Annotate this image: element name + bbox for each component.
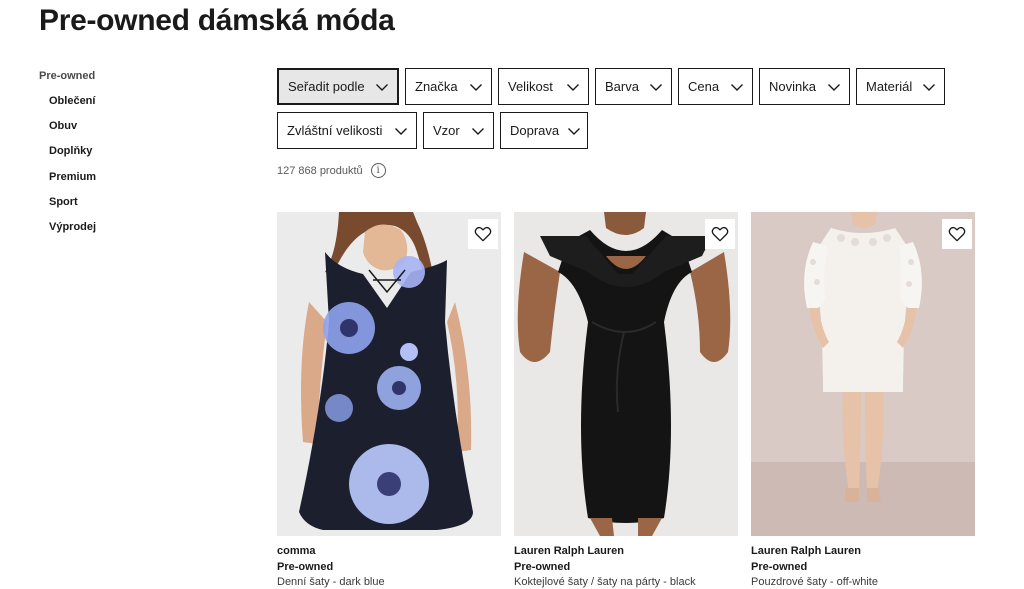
category-sidebar: Pre-owned Oblečení Obuv Doplňky Premium …	[39, 70, 199, 246]
sidebar-root-link[interactable]: Pre-owned	[39, 70, 199, 82]
shipping-filter[interactable]: Doprava	[500, 112, 588, 149]
new-filter-label: Novinka	[769, 79, 816, 94]
product-badge: Pre-owned	[277, 560, 334, 573]
product-meta: Lauren Ralph Lauren Pre-owned Pouzdrové …	[751, 536, 975, 589]
wishlist-button[interactable]	[468, 219, 498, 249]
filter-row-1: Seřadit podle Značka Velikost Barva Cena…	[277, 68, 977, 105]
product-photo	[514, 212, 738, 536]
chevron-down-icon	[923, 83, 935, 91]
chevron-down-icon	[376, 83, 388, 91]
heart-icon	[948, 226, 966, 242]
chevron-down-icon	[470, 83, 482, 91]
pattern-filter-label: Vzor	[433, 123, 460, 138]
page-title: Pre-owned dámská móda	[39, 4, 395, 37]
heart-icon	[474, 226, 492, 242]
product-photo	[277, 212, 501, 536]
product-brand: Lauren Ralph Lauren	[514, 545, 625, 557]
product-photo	[751, 212, 975, 536]
sidebar-item-sport[interactable]: Sport	[49, 196, 199, 221]
size-filter-label: Velikost	[508, 79, 553, 94]
product-description: Denní šaty - dark blue	[277, 576, 385, 588]
product-brand: Lauren Ralph Lauren	[751, 545, 862, 557]
product-image[interactable]	[751, 212, 975, 536]
color-filter[interactable]: Barva	[595, 68, 672, 105]
product-image[interactable]	[514, 212, 738, 536]
product-description: Pouzdrové šaty - off-white	[751, 576, 878, 588]
special-sizes-filter[interactable]: Zvláštní velikosti	[277, 112, 417, 149]
material-filter[interactable]: Materiál	[856, 68, 945, 105]
filter-bar: Seřadit podle Značka Velikost Barva Cena…	[277, 68, 977, 156]
sort-dropdown-label: Seřadit podle	[288, 79, 365, 94]
brand-filter-label: Značka	[415, 79, 458, 94]
info-icon[interactable]: i	[370, 163, 386, 178]
wishlist-button[interactable]	[705, 219, 735, 249]
product-card[interactable]: Lauren Ralph Lauren Pre-owned Koktejlové…	[514, 212, 738, 589]
price-filter-label: Cena	[688, 79, 720, 94]
sidebar-item-obuv[interactable]: Obuv	[49, 120, 199, 145]
chevron-down-icon	[395, 127, 407, 135]
heart-icon	[711, 226, 729, 242]
chevron-down-icon	[472, 127, 484, 135]
size-filter[interactable]: Velikost	[498, 68, 589, 105]
wishlist-button[interactable]	[942, 219, 972, 249]
result-count-text: 127 868 produktů	[277, 164, 363, 177]
sidebar-item-vyprodej[interactable]: Výprodej	[49, 221, 199, 246]
chevron-down-icon	[731, 83, 743, 91]
chevron-down-icon	[650, 83, 662, 91]
sidebar-item-doplnky[interactable]: Doplňky	[49, 145, 199, 170]
shipping-filter-label: Doprava	[510, 123, 560, 138]
product-image[interactable]	[277, 212, 501, 536]
product-card[interactable]: comma Pre-owned Denní šaty - dark blue	[277, 212, 501, 589]
filter-row-2: Zvláštní velikosti Vzor Doprava	[277, 112, 977, 149]
price-filter[interactable]: Cena	[678, 68, 753, 105]
product-grid: comma Pre-owned Denní šaty - dark blue L…	[277, 212, 975, 589]
product-badge: Pre-owned	[751, 560, 808, 573]
material-filter-label: Materiál	[866, 79, 913, 94]
sort-dropdown[interactable]: Seřadit podle	[277, 68, 399, 105]
color-filter-label: Barva	[605, 79, 639, 94]
special-sizes-filter-label: Zvláštní velikosti	[287, 123, 383, 138]
chevron-down-icon	[567, 83, 579, 91]
result-count: 127 868 produktů i	[277, 163, 386, 178]
product-meta: Lauren Ralph Lauren Pre-owned Koktejlové…	[514, 536, 738, 589]
chevron-down-icon	[828, 83, 840, 91]
product-card[interactable]: Lauren Ralph Lauren Pre-owned Pouzdrové …	[751, 212, 975, 589]
new-filter[interactable]: Novinka	[759, 68, 850, 105]
sidebar-item-premium[interactable]: Premium	[49, 171, 199, 196]
product-badge: Pre-owned	[514, 560, 571, 573]
product-brand: comma	[277, 545, 316, 557]
chevron-down-icon	[568, 127, 581, 135]
product-meta: comma Pre-owned Denní šaty - dark blue	[277, 536, 501, 589]
product-description: Koktejlové šaty / šaty na párty - black	[514, 576, 696, 588]
sidebar-list: Oblečení Obuv Doplňky Premium Sport Výpr…	[39, 95, 199, 246]
pattern-filter[interactable]: Vzor	[423, 112, 494, 149]
sidebar-item-obleceni[interactable]: Oblečení	[49, 95, 199, 120]
brand-filter[interactable]: Značka	[405, 68, 492, 105]
